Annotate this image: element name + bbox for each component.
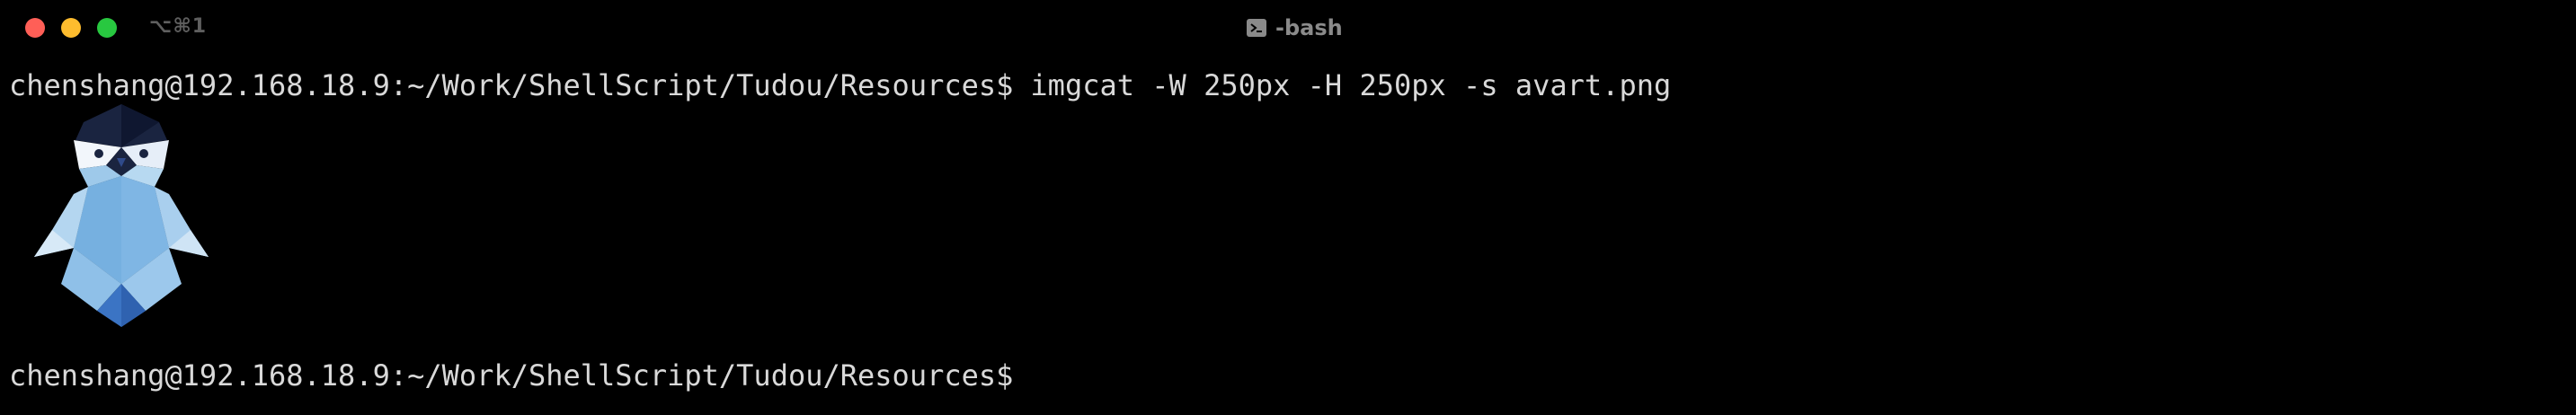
close-button[interactable] bbox=[25, 18, 45, 38]
shell-prompt: chenshang@192.168.18.9:~/Work/ShellScrip… bbox=[9, 358, 1014, 393]
title-bar[interactable]: ⌥⌘1 -bash bbox=[0, 0, 2576, 56]
command-text: imgcat -W 250px -H 250px -s avart.png bbox=[1030, 68, 1672, 102]
terminal-line[interactable]: chenshang@192.168.18.9:~/Work/ShellScrip… bbox=[9, 67, 1671, 103]
penguin-avatar-image bbox=[34, 104, 209, 327]
terminal-line[interactable]: chenshang@192.168.18.9:~/Work/ShellScrip… bbox=[9, 358, 1030, 393]
terminal-window: ⌥⌘1 -bash chenshang@192.168.18.9:~/Work/… bbox=[0, 0, 2576, 415]
minimize-button[interactable] bbox=[61, 18, 81, 38]
tab-shortcut-label: ⌥⌘1 bbox=[149, 15, 208, 38]
terminal-icon bbox=[1247, 19, 1266, 37]
window-title-text: -bash bbox=[1275, 15, 1343, 40]
window-title: -bash bbox=[1247, 14, 1343, 41]
zoom-button[interactable] bbox=[97, 18, 117, 38]
shell-prompt: chenshang@192.168.18.9:~/Work/ShellScrip… bbox=[9, 68, 1014, 102]
